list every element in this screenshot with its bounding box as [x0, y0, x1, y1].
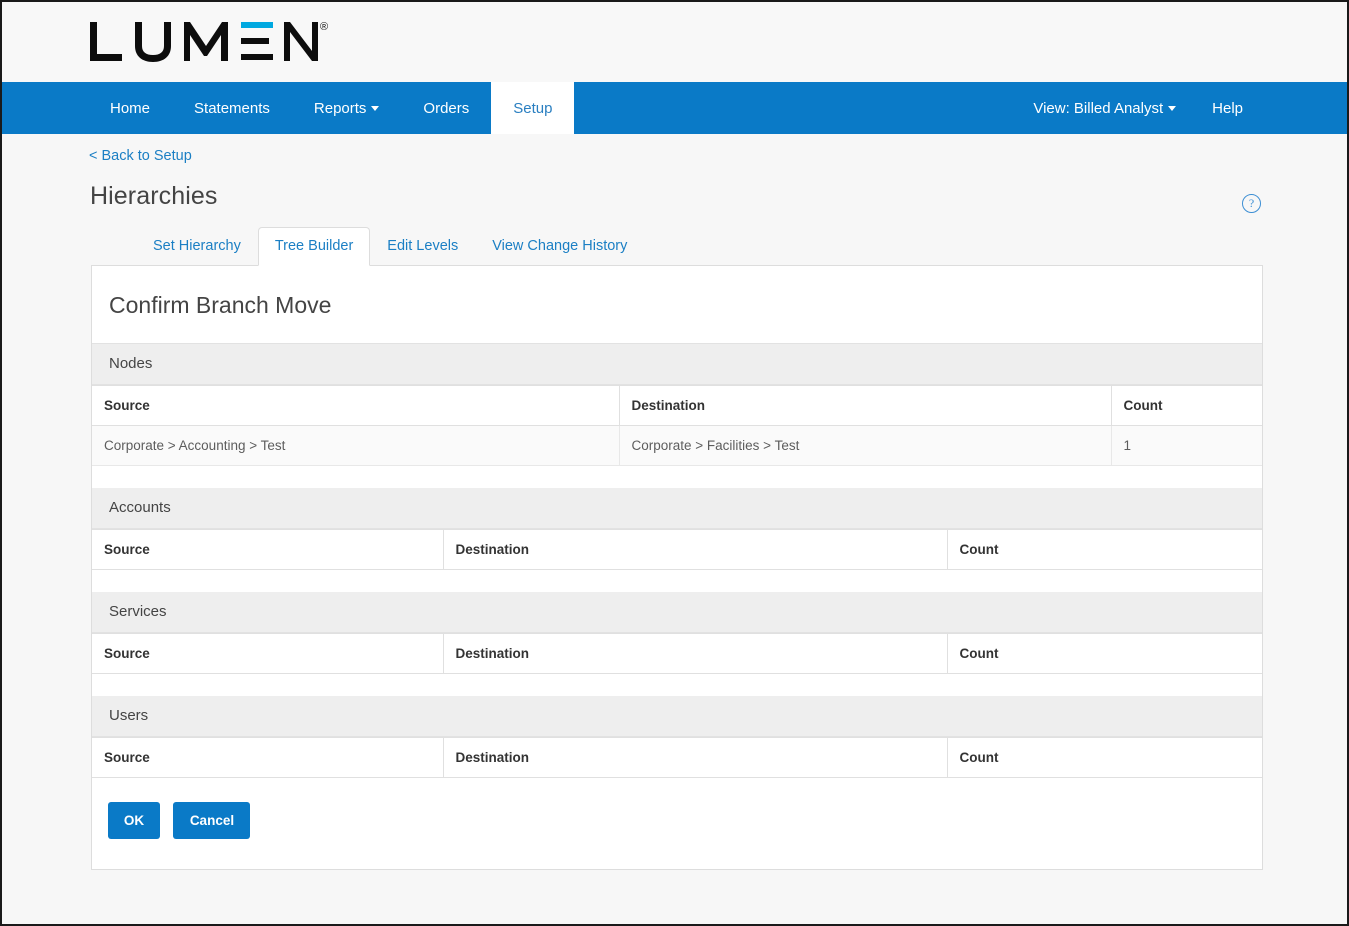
- services-table: Source Destination Count: [92, 633, 1262, 674]
- users-table: Source Destination Count: [92, 737, 1262, 778]
- nav-item-help[interactable]: Help: [1194, 82, 1261, 134]
- nav-item-home[interactable]: Home: [88, 82, 172, 134]
- cell-count: 1: [1111, 425, 1262, 466]
- table-header-row: Source Destination Count: [92, 633, 1262, 674]
- nav-item-reports[interactable]: Reports: [292, 82, 402, 134]
- section-accounts: Accounts Source Destination Count: [92, 488, 1262, 570]
- confirm-branch-move-panel: Confirm Branch Move Nodes Source Destina…: [91, 265, 1263, 870]
- section-title: Users: [92, 696, 1262, 737]
- lumen-logo[interactable]: ®: [88, 16, 328, 62]
- tab-label: View Change History: [492, 238, 628, 254]
- tab-tree-builder[interactable]: Tree Builder: [257, 227, 371, 266]
- section-spacer: [92, 466, 1262, 488]
- section-title: Nodes: [92, 344, 1262, 385]
- column-header-destination: Destination: [619, 385, 1112, 426]
- section-title: Accounts: [92, 488, 1262, 529]
- column-header-source: Source: [92, 737, 444, 778]
- table-header-row: Source Destination Count: [92, 385, 1262, 426]
- section-nodes: Nodes Source Destination Count Corporate…: [92, 344, 1262, 466]
- nav-view-selector[interactable]: View: Billed Analyst: [1015, 82, 1194, 134]
- nodes-table: Source Destination Count Corporate > Acc…: [92, 385, 1262, 466]
- tab-set-hierarchy[interactable]: Set Hierarchy: [136, 227, 258, 265]
- nav-item-orders[interactable]: Orders: [401, 82, 491, 134]
- tab-label: Set Hierarchy: [153, 238, 241, 254]
- section-services: Services Source Destination Count: [92, 592, 1262, 674]
- nav-primary-links: Home Statements Reports Orders Setup: [88, 82, 575, 134]
- nav-item-setup[interactable]: Setup: [491, 82, 575, 134]
- column-header-source: Source: [92, 633, 444, 674]
- brand-header: ®: [2, 2, 1347, 82]
- tab-edit-levels[interactable]: Edit Levels: [370, 227, 475, 265]
- section-title: Services: [92, 592, 1262, 633]
- tab-label: Edit Levels: [387, 238, 459, 254]
- chevron-down-icon: [1168, 105, 1177, 111]
- browser-page: ® Home Statements Reports Orders Setup V…: [0, 0, 1349, 926]
- tab-view-change-history[interactable]: View Change History: [475, 227, 644, 265]
- accounts-table: Source Destination Count: [92, 529, 1262, 570]
- table-header-row: Source Destination Count: [92, 737, 1262, 778]
- nav-view-label: View: Billed Analyst: [1033, 99, 1164, 117]
- column-header-count: Count: [947, 529, 1262, 570]
- nav-item-label: Help: [1212, 99, 1243, 117]
- hierarchy-tabs: Set Hierarchy Tree Builder Edit Levels V…: [91, 227, 1263, 266]
- lumen-wordmark-icon: [90, 22, 318, 62]
- table-row: Corporate > Accounting > Test Corporate …: [92, 425, 1262, 466]
- back-to-setup-link[interactable]: < Back to Setup: [89, 148, 192, 164]
- page-content: < Back to Setup Hierarchies ? Set Hierar…: [2, 134, 1347, 924]
- page-title: Hierarchies: [90, 182, 218, 210]
- column-header-count: Count: [947, 633, 1262, 674]
- column-header-destination: Destination: [443, 633, 948, 674]
- chevron-down-icon: [371, 105, 380, 111]
- table-header-row: Source Destination Count: [92, 529, 1262, 570]
- registered-trademark-symbol: ®: [320, 21, 329, 33]
- ok-button[interactable]: OK: [108, 802, 160, 839]
- cell-source: Corporate > Accounting > Test: [92, 425, 620, 466]
- help-question-icon[interactable]: ?: [1242, 194, 1261, 213]
- nav-item-label: Reports: [313, 99, 367, 117]
- column-header-count: Count: [947, 737, 1262, 778]
- column-header-destination: Destination: [443, 737, 948, 778]
- cell-destination: Corporate > Facilities > Test: [619, 425, 1112, 466]
- nav-item-label: Statements: [194, 99, 270, 117]
- tab-label: Tree Builder: [274, 238, 354, 254]
- main-navigation: Home Statements Reports Orders Setup Vie…: [2, 82, 1347, 134]
- panel-heading: Confirm Branch Move: [109, 292, 332, 318]
- column-header-count: Count: [1111, 385, 1262, 426]
- section-users: Users Source Destination Count: [92, 696, 1262, 778]
- panel-header: Confirm Branch Move: [92, 266, 1262, 344]
- column-header-source: Source: [92, 385, 620, 426]
- cancel-button[interactable]: Cancel: [173, 802, 251, 839]
- nav-secondary-links: View: Billed Analyst Help: [1015, 82, 1261, 134]
- nav-item-label: Setup: [513, 99, 553, 117]
- nav-item-label: Home: [110, 99, 151, 117]
- section-spacer: [92, 570, 1262, 592]
- nav-item-label: Orders: [423, 99, 470, 117]
- column-header-destination: Destination: [443, 529, 948, 570]
- column-header-source: Source: [92, 529, 444, 570]
- section-spacer: [92, 674, 1262, 696]
- nav-item-statements[interactable]: Statements: [172, 82, 292, 134]
- panel-footer: OK Cancel: [92, 778, 1262, 869]
